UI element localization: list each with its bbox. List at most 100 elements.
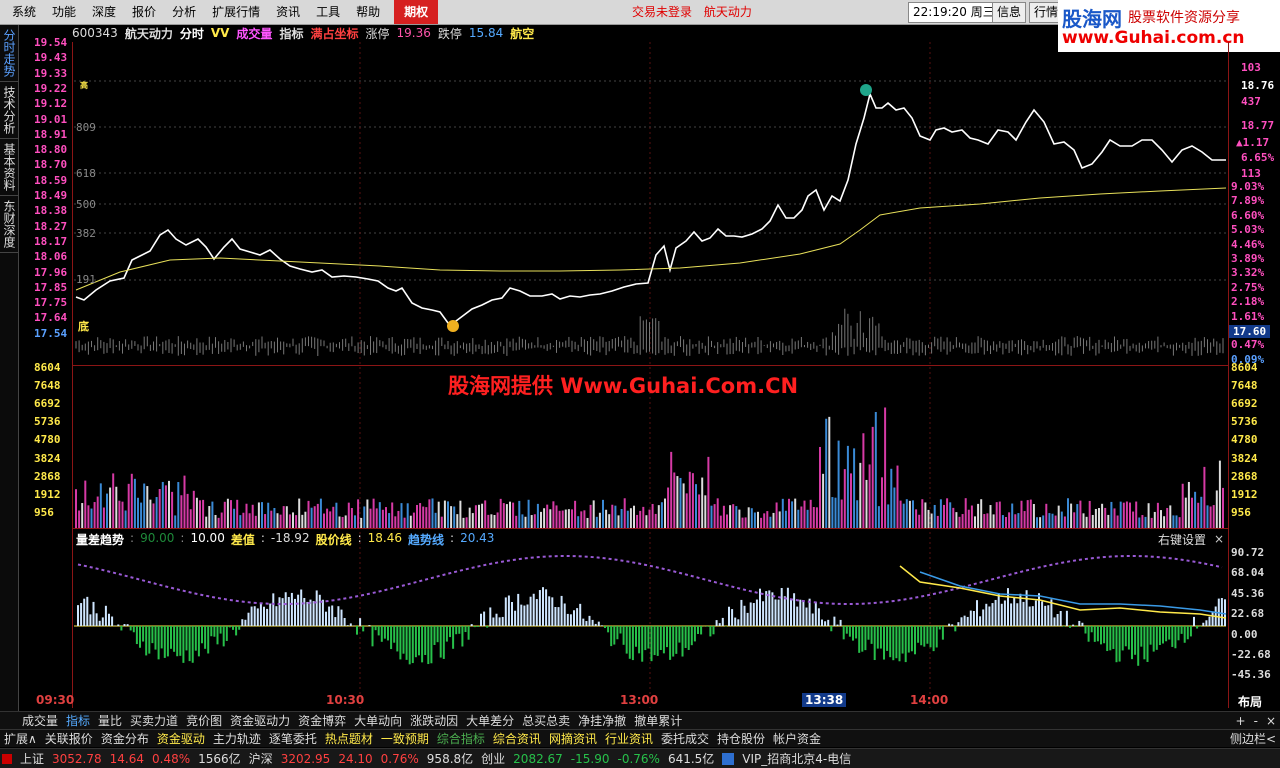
high-marker-label: 高 bbox=[80, 81, 88, 90]
tab-indicator[interactable]: 指标 bbox=[62, 712, 94, 729]
indicator-param1: 90.00 bbox=[140, 531, 175, 545]
tab-consensus[interactable]: 一致预期 bbox=[377, 730, 433, 747]
tab-big-order-diff[interactable]: 大单差分 bbox=[462, 712, 518, 729]
time-cursor-label: 13:38 bbox=[802, 693, 847, 707]
price-right-tick-2: 6.60% bbox=[1231, 208, 1265, 222]
tab-hot-topics[interactable]: 热点题材 bbox=[321, 730, 377, 747]
tab-order-fill[interactable]: 委托成交 bbox=[657, 730, 713, 747]
close-icon[interactable]: × bbox=[1214, 532, 1224, 546]
depth-level-2: 500 bbox=[76, 198, 96, 211]
volume-left-tick-3: 5736 bbox=[34, 415, 61, 429]
price-right-tick-7: 2.75% bbox=[1231, 280, 1265, 294]
volume-right-tick-7: 1912 bbox=[1231, 487, 1258, 501]
status-bar: 上证 3052.78 14.64 0.48% 1566亿 沪深 3202.95 … bbox=[0, 748, 1280, 768]
hs-label[interactable]: 沪深 bbox=[249, 750, 273, 767]
tab-capital-drive[interactable]: 资金驱动力 bbox=[226, 712, 294, 729]
price-left-tick-4: 19.12 bbox=[34, 97, 68, 111]
tab-net-order[interactable]: 净挂净撤 bbox=[574, 712, 630, 729]
price-left-tick-2: 19.33 bbox=[34, 66, 68, 80]
price-volume-separator bbox=[72, 365, 1228, 366]
tab-industry-news[interactable]: 行业资讯 bbox=[601, 730, 657, 747]
tab-cancel-accum[interactable]: 撤单累计 bbox=[630, 712, 686, 729]
price-left-tick-3: 19.22 bbox=[34, 81, 68, 95]
tab-expand[interactable]: 扩展∧ bbox=[0, 730, 41, 747]
sh-amount: 1566亿 bbox=[198, 752, 241, 766]
price-left-tick-6: 18.91 bbox=[34, 127, 68, 141]
tab-composite-news[interactable]: 综合资讯 bbox=[489, 730, 545, 747]
status-up-icon bbox=[2, 753, 12, 764]
tab-total-buy-sell[interactable]: 总买总卖 bbox=[518, 712, 574, 729]
tab-volume-ratio[interactable]: 量比 bbox=[94, 712, 126, 729]
tab-capital-driver[interactable]: 资金驱动 bbox=[153, 730, 209, 747]
diff-value: -18.92 bbox=[270, 531, 310, 545]
volume-right-tick-0: 8604 bbox=[1231, 361, 1258, 374]
tab-digest-news[interactable]: 网摘资讯 bbox=[545, 730, 601, 747]
diff-label: 差值 bbox=[230, 533, 255, 547]
tab-auction[interactable]: 竞价图 bbox=[182, 712, 226, 729]
network-icon bbox=[722, 752, 735, 765]
tab-change-cause[interactable]: 涨跌动因 bbox=[406, 712, 462, 729]
sh-label[interactable]: 上证 bbox=[20, 750, 44, 767]
price-line-label: 股价线 bbox=[315, 533, 352, 547]
volume-left-tick-6: 2868 bbox=[34, 469, 61, 483]
tab-buy-sell-force[interactable]: 买卖力道 bbox=[126, 712, 182, 729]
volume-left-tick-0: 8604 bbox=[34, 361, 61, 374]
volume-right-tick-5: 3824 bbox=[1231, 451, 1258, 465]
zoom-out-icon[interactable]: - bbox=[1250, 714, 1262, 728]
cy-label[interactable]: 创业 bbox=[481, 750, 505, 767]
hs-amount: 958.8亿 bbox=[426, 752, 474, 766]
tab-composite-indicator[interactable]: 综合指标 bbox=[433, 730, 489, 747]
volume-right-tick-2: 6692 bbox=[1231, 397, 1258, 411]
left-axis-line bbox=[72, 42, 73, 708]
hs-change: 24.10 bbox=[338, 751, 373, 766]
sh-pct: 0.48% bbox=[152, 751, 191, 766]
time-label-1030: 10:30 bbox=[326, 693, 365, 707]
sidebar-toggle[interactable]: 侧边栏< bbox=[1226, 730, 1280, 747]
depth-level-1: 618 bbox=[76, 167, 96, 180]
low-point-marker bbox=[447, 320, 459, 332]
tab-capital-distribution[interactable]: 资金分布 bbox=[97, 730, 153, 747]
indicator-tick-5: -22.68 bbox=[1231, 648, 1271, 661]
price-left-tick-1: 19.43 bbox=[34, 51, 68, 65]
price-right-tick-1: 7.89% bbox=[1231, 194, 1265, 208]
indicator-settings[interactable]: 右键设置 bbox=[1158, 531, 1206, 548]
price-left-tick-19: 17.54 bbox=[34, 326, 68, 340]
price-left-tick-15: 17.96 bbox=[34, 265, 68, 279]
tab-related-quote[interactable]: 关联报价 bbox=[41, 730, 97, 747]
indicator-title[interactable]: 量差趋势 bbox=[76, 531, 124, 548]
price-right-tick-8: 2.18% bbox=[1231, 295, 1265, 309]
price-left-tick-9: 18.59 bbox=[34, 173, 68, 187]
tab-tick-order[interactable]: 逐笔委托 bbox=[265, 730, 321, 747]
tab-position[interactable]: 持仓股份 bbox=[713, 730, 769, 747]
layout-button[interactable]: 布局 bbox=[1238, 693, 1262, 710]
zoom-in-icon[interactable]: + bbox=[1232, 714, 1250, 728]
price-right-tick-11: 0.47% bbox=[1231, 338, 1265, 352]
low-marker-label: 底 bbox=[78, 320, 89, 333]
price-left-tick-18: 17.64 bbox=[34, 311, 68, 325]
price-left-tick-14: 18.06 bbox=[34, 250, 68, 264]
time-label-1400: 14:00 bbox=[910, 693, 949, 707]
indicator-tick-2: 45.36 bbox=[1231, 586, 1265, 600]
right-readout-3: 18.77 bbox=[1241, 119, 1275, 132]
price-left-tick-11: 18.38 bbox=[34, 204, 68, 218]
right-axis-line bbox=[1228, 42, 1229, 708]
tab-big-order[interactable]: 大单动向 bbox=[350, 712, 406, 729]
watermark: 股海网提供 Www.Guhai.Com.CN bbox=[448, 374, 799, 398]
price-left-tick-5: 19.01 bbox=[34, 112, 68, 126]
close-panel-icon[interactable]: × bbox=[1262, 714, 1280, 728]
volume-right-tick-6: 2868 bbox=[1231, 469, 1258, 483]
volume-right-tick-8: 956 bbox=[1231, 505, 1251, 519]
indicator-tick-1: 68.04 bbox=[1231, 566, 1265, 580]
bottom-tabs-row1: 成交量 指标 量比 买卖力道 竞价图 资金驱动力 资金博弈 大单动向 涨跌动因 … bbox=[0, 711, 1280, 729]
price-line-value: 18.46 bbox=[367, 531, 402, 545]
volume-left-tick-4: 4780 bbox=[34, 433, 61, 447]
tab-main-track[interactable]: 主力轨迹 bbox=[209, 730, 265, 747]
price-right-tick-6: 3.32% bbox=[1231, 266, 1265, 280]
sh-value: 3052.78 bbox=[52, 751, 102, 766]
tab-volume[interactable]: 成交量 bbox=[18, 712, 62, 729]
tab-account-funds[interactable]: 帐户资金 bbox=[769, 730, 825, 747]
right-readout-2: 437 bbox=[1241, 95, 1261, 108]
bottom-tabs-row2: 扩展∧ 关联报价 资金分布 资金驱动 主力轨迹 逐笔委托 热点题材 一致预期 综… bbox=[0, 729, 1280, 747]
tab-capital-game[interactable]: 资金博弈 bbox=[294, 712, 350, 729]
price-line bbox=[75, 91, 1226, 324]
